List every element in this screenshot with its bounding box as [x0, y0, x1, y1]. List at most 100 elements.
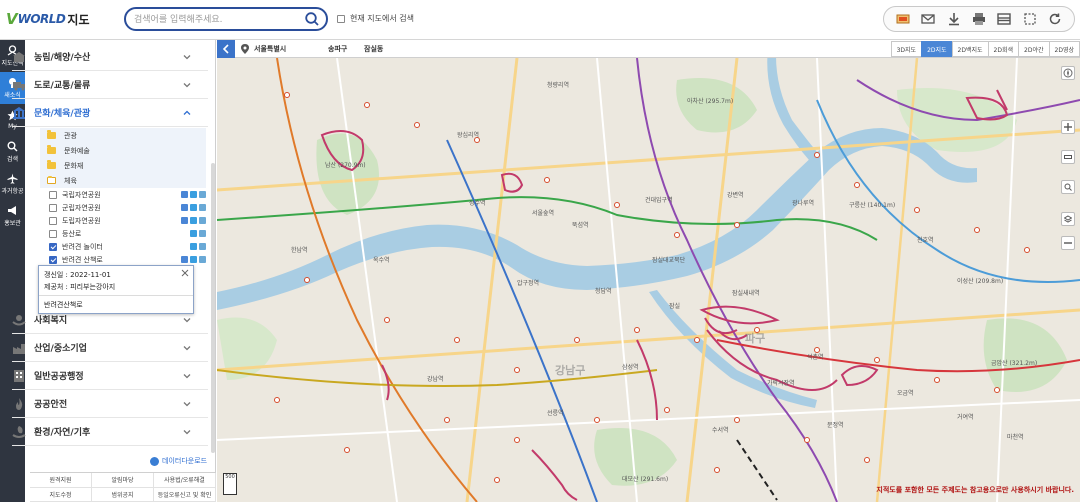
- footer-link[interactable]: 범위공지: [92, 487, 154, 502]
- area-select-icon[interactable]: [1022, 11, 1038, 27]
- table-icon[interactable]: [199, 204, 206, 211]
- data-download-link[interactable]: 데이터다운로드: [150, 456, 207, 466]
- layer-button[interactable]: [1061, 212, 1075, 226]
- info-icon[interactable]: [190, 243, 197, 250]
- current-map-search-checkbox[interactable]: [337, 14, 345, 23]
- place-label: 석촌역: [807, 354, 824, 361]
- place-label: 오금역: [897, 390, 914, 397]
- breadcrumb-dong[interactable]: 잠실동: [364, 44, 383, 54]
- category-environment[interactable]: 환경/자연/기후: [12, 418, 208, 446]
- tab-2d-gray[interactable]: 2D회색: [987, 41, 1020, 57]
- collapse-sidebar-button[interactable]: [217, 40, 235, 58]
- subfolder-tourism[interactable]: 관광: [40, 128, 206, 144]
- refresh-icon[interactable]: [1047, 11, 1063, 27]
- info-icon[interactable]: [181, 256, 188, 263]
- leaf-hand-icon: [12, 425, 26, 438]
- rail-item-promo[interactable]: 홍보관: [0, 200, 25, 232]
- category-agriculture[interactable]: 농림/해양/수산: [12, 43, 208, 71]
- layer-checkbox[interactable]: [49, 229, 57, 238]
- table-icon[interactable]: [199, 217, 206, 224]
- info-icon[interactable]: [190, 217, 197, 224]
- layer-item[interactable]: 군립자연공원: [49, 201, 206, 214]
- current-map-search-option[interactable]: 현재 지도에서 검색: [337, 13, 414, 24]
- subfolder-heritage[interactable]: 문화재: [40, 158, 206, 174]
- logo[interactable]: V WORLD 지도: [6, 9, 90, 29]
- layer-checkbox[interactable]: [49, 242, 57, 251]
- megaphone-icon: [8, 206, 16, 215]
- layer-item[interactable]: 도립자연공원: [49, 214, 206, 227]
- map-view-tabs: 3D지도 2D지도 2D백지도 2D회색 2D야간 2D영상: [890, 41, 1080, 57]
- rail-item-aerial[interactable]: 과거항공: [0, 168, 25, 200]
- measure-button[interactable]: [1061, 150, 1075, 164]
- zoom-in-button[interactable]: [1061, 120, 1075, 134]
- category-label: 농림/해양/수산: [34, 53, 91, 63]
- footer-link[interactable]: 지도수정: [30, 487, 92, 502]
- footer-link[interactable]: 알림마당: [92, 473, 154, 488]
- tab-3d-map[interactable]: 3D지도: [890, 41, 923, 57]
- table-icon[interactable]: [199, 191, 206, 198]
- tab-2d-night[interactable]: 2D야간: [1018, 41, 1050, 57]
- subfolder-sports[interactable]: 체육: [40, 173, 206, 189]
- place-label: 삼성역: [622, 364, 639, 371]
- place-label: 문정역: [827, 422, 844, 429]
- sidebar-scrollbar[interactable]: [211, 163, 215, 453]
- category-public-safety[interactable]: 공공안전: [12, 390, 208, 418]
- category-industry[interactable]: 산업/중소기업: [12, 334, 208, 362]
- footer-link[interactable]: 원격지원: [30, 473, 92, 488]
- plus-icon: [1064, 123, 1072, 131]
- subfolder-label: 문화재: [64, 161, 84, 170]
- compass-icon: [1063, 68, 1073, 78]
- place-label: 천호역: [917, 237, 934, 244]
- layer-item[interactable]: 등산로: [49, 227, 206, 240]
- folder-icon: [47, 160, 56, 169]
- district-label: 강남구: [555, 364, 586, 377]
- tab-2d-map[interactable]: 2D지도: [921, 41, 953, 57]
- layer-checkbox[interactable]: [49, 216, 57, 225]
- print-icon[interactable]: [971, 11, 987, 27]
- info-icon[interactable]: [190, 204, 197, 211]
- table-icon[interactable]: [199, 230, 206, 237]
- table-icon[interactable]: [199, 256, 206, 263]
- footer-link[interactable]: 사용법/오류해결: [154, 473, 216, 488]
- info-icon[interactable]: [181, 217, 188, 224]
- tab-2d-satellite[interactable]: 2D영상: [1048, 41, 1080, 57]
- info-icon[interactable]: [190, 256, 197, 263]
- info-icon[interactable]: [181, 204, 188, 211]
- table-icon[interactable]: [199, 243, 206, 250]
- search-icon[interactable]: [304, 11, 320, 27]
- layout-icon[interactable]: [996, 11, 1012, 27]
- theme-icon[interactable]: [895, 11, 911, 27]
- layer-checkbox[interactable]: [49, 203, 57, 212]
- rail-item-search[interactable]: 검색: [0, 136, 25, 168]
- footer-link[interactable]: 등일오류신고 및 확인: [154, 487, 216, 502]
- compass-button[interactable]: [1061, 66, 1075, 80]
- map-canvas[interactable]: 강남구 파구 남산 (270.9m) 아차산 (295.7m) 구릉산 (140…: [217, 40, 1080, 502]
- close-icon[interactable]: [181, 269, 189, 277]
- layer-label: 반려견 놀이터: [62, 242, 103, 251]
- category-public-admin[interactable]: 일반공공행정: [12, 362, 208, 390]
- folder-open-icon: [47, 176, 56, 184]
- info-icon[interactable]: [190, 230, 197, 237]
- layer-item[interactable]: 반려견 놀이터: [49, 240, 206, 253]
- category-culture[interactable]: 문화/체육/관광: [12, 99, 208, 127]
- zoom-out-button[interactable]: [1061, 236, 1075, 250]
- info-icon[interactable]: [190, 191, 197, 198]
- breadcrumb-sigungu[interactable]: 송파구: [328, 44, 347, 54]
- layer-item[interactable]: 국립자연공원: [49, 188, 206, 201]
- search-input[interactable]: [134, 12, 304, 27]
- category-label: 문화/체육/관광: [34, 109, 91, 119]
- subfolder-arts[interactable]: 문화예술: [40, 143, 206, 159]
- zoom-area-button[interactable]: [1061, 180, 1075, 194]
- category-transport[interactable]: 도로/교통/물류: [12, 71, 208, 99]
- info-icon[interactable]: [181, 191, 188, 198]
- place-label: 남산 (270.9m): [325, 162, 366, 169]
- tab-2d-white[interactable]: 2D백지도: [951, 41, 989, 57]
- place-label: 가락시장역: [767, 380, 795, 387]
- layer-checkbox[interactable]: [49, 255, 57, 264]
- layer-checkbox[interactable]: [49, 190, 57, 199]
- map-disclaimer: 지적도를 포함한 모든 주제도는 참고용으로만 사용하시기 바랍니다.: [876, 486, 1074, 494]
- download-icon[interactable]: [946, 11, 962, 27]
- breadcrumb-sido[interactable]: 서울특별시: [254, 44, 286, 54]
- zoom-icon: [1064, 183, 1072, 191]
- mail-icon[interactable]: [920, 11, 936, 27]
